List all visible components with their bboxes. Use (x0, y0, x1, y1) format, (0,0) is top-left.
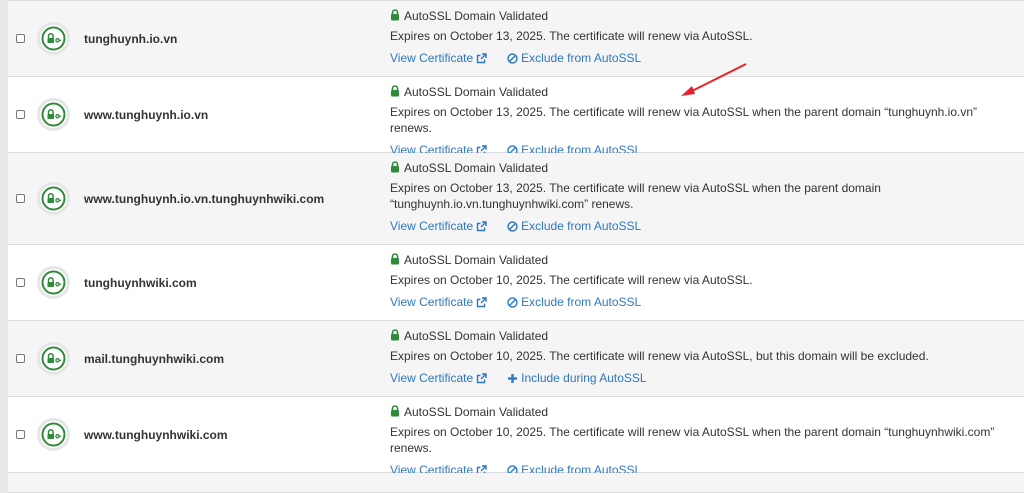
status-text: AutoSSL Domain Validated (404, 405, 549, 419)
view-certificate-label: View Certificate (390, 371, 474, 385)
expiry-text: Expires on October 13, 2025. The certifi… (390, 104, 1010, 136)
row-checkbox[interactable] (16, 354, 25, 363)
certificate-info: AutoSSL Domain Validated Expires on Octob… (390, 158, 1010, 236)
domain-name: mail.tunghuynhwiki.com (84, 352, 225, 366)
row-checkbox[interactable] (16, 194, 25, 203)
lock-key-icon (41, 346, 66, 371)
row-actions: View Certificate Include during AutoSSL (390, 370, 1010, 388)
expiry-text: Expires on October 10, 2025. The certifi… (390, 348, 1010, 364)
expiry-text: Expires on October 13, 2025. The certifi… (390, 28, 1010, 44)
expiry-line: Expires on October 10, 2025. The certifi… (390, 273, 753, 287)
table-row: www.tunghuynhwiki.com AutoSSL Domain Vali… (8, 397, 1024, 477)
view-certificate-link[interactable]: View Certificate (390, 51, 487, 65)
certificate-info: AutoSSL Domain Validated Expires on Octob… (390, 326, 1010, 388)
domain-name: tunghuynh.io.vn (84, 32, 178, 46)
exclude-autossl-link[interactable]: Exclude from AutoSSL (507, 295, 641, 309)
ban-icon (507, 220, 518, 236)
expiry-line: Expires on October 10, 2025. The certifi… (390, 349, 929, 363)
autossl-action-label: Exclude from AutoSSL (521, 51, 642, 65)
lock-key-icon (41, 422, 66, 447)
include-autossl-link[interactable]: Include during AutoSSL (507, 371, 647, 388)
autossl-action-label: Include during AutoSSL (521, 371, 647, 385)
lock-key-icon (41, 102, 66, 127)
lock-icon (390, 251, 400, 271)
expiry-line: Expires on October 13, 2025. The certifi… (390, 105, 978, 135)
lock-key-icon (41, 270, 66, 295)
plus-icon (507, 372, 518, 388)
status-indicator (37, 418, 70, 451)
expiry-line: Expires on October 10, 2025. The certifi… (390, 425, 995, 455)
external-link-icon (476, 52, 487, 68)
table-row: mail.tunghuynhwiki.com AutoSSL Domain Val… (8, 321, 1024, 397)
ban-icon (507, 52, 518, 68)
row-checkbox[interactable] (16, 430, 25, 439)
table-row: www.tunghuynh.io.vn AutoSSL Domain Valida… (8, 77, 1024, 157)
external-link-icon (476, 220, 487, 236)
expiry-line: Expires on October 13, 2025. The certifi… (390, 29, 753, 43)
external-link-icon (476, 372, 487, 388)
row-actions: View Certificate Exclude from AutoSSL (390, 294, 1010, 312)
lock-icon (390, 83, 400, 103)
status-indicator (37, 182, 70, 215)
status-text: AutoSSL Domain Validated (404, 161, 549, 175)
ssl-status-table: tunghuynh.io.vn AutoSSL Domain Validated E… (8, 0, 1024, 493)
status-line: AutoSSL Domain Validated (390, 158, 1010, 178)
certificate-info: AutoSSL Domain Validated Expires on Octob… (390, 250, 1010, 312)
table-row: tunghuynh.io.vn AutoSSL Domain Validated E… (8, 1, 1024, 77)
exclude-autossl-link[interactable]: Exclude from AutoSSL (507, 51, 641, 65)
expiry-text: Expires on October 10, 2025. The certifi… (390, 272, 1010, 288)
view-certificate-label: View Certificate (390, 51, 474, 65)
status-text: AutoSSL Domain Validated (404, 253, 549, 267)
status-line: AutoSSL Domain Validated (390, 326, 1010, 346)
external-link-icon (476, 296, 487, 312)
lock-icon (390, 327, 400, 347)
status-line: AutoSSL Domain Validated (390, 6, 1010, 26)
status-indicator (37, 22, 70, 55)
certificate-info: AutoSSL Domain Validated Expires on Octob… (390, 402, 1010, 480)
lock-key-icon (41, 186, 66, 211)
annotation-arrow (681, 63, 747, 96)
domain-name: www.tunghuynh.io.vn.tunghuynhwiki.com (84, 192, 325, 206)
exclude-autossl-link[interactable]: Exclude from AutoSSL (507, 219, 641, 233)
status-line: AutoSSL Domain Validated (390, 402, 1010, 422)
status-line: AutoSSL Domain Validated (390, 250, 1010, 270)
row-actions: View Certificate Exclude from AutoSSL (390, 218, 1010, 236)
lock-key-icon (41, 26, 66, 51)
domain-name: tunghuynhwiki.com (84, 276, 197, 290)
view-certificate-label: View Certificate (390, 219, 474, 233)
status-indicator (37, 342, 70, 375)
status-text: AutoSSL Domain Validated (404, 85, 549, 99)
autossl-action-label: Exclude from AutoSSL (521, 219, 642, 233)
lock-icon (390, 403, 400, 423)
domain-name: www.tunghuynh.io.vn (84, 108, 209, 122)
expiry-text: Expires on October 13, 2025. The certifi… (390, 180, 1010, 212)
autossl-action-label: Exclude from AutoSSL (521, 295, 642, 309)
table-row-partial (8, 473, 1024, 493)
expiry-text: Expires on October 10, 2025. The certifi… (390, 424, 1010, 456)
row-checkbox[interactable] (16, 110, 25, 119)
view-certificate-link[interactable]: View Certificate (390, 295, 487, 309)
domain-name: www.tunghuynhwiki.com (84, 428, 228, 442)
ban-icon (507, 296, 518, 312)
view-certificate-link[interactable]: View Certificate (390, 219, 487, 233)
row-checkbox[interactable] (16, 34, 25, 43)
lock-icon (390, 7, 400, 27)
row-checkbox[interactable] (16, 278, 25, 287)
expiry-line: Expires on October 13, 2025. The certifi… (390, 181, 881, 195)
table-row: www.tunghuynh.io.vn.tunghuynhwiki.com Aut… (8, 153, 1024, 245)
view-certificate-link[interactable]: View Certificate (390, 371, 487, 385)
status-text: AutoSSL Domain Validated (404, 329, 549, 343)
status-indicator (37, 98, 70, 131)
status-text: AutoSSL Domain Validated (404, 9, 549, 23)
lock-icon (390, 159, 400, 179)
expiry-line: “tunghuynh.io.vn.tunghuynhwiki.com” rene… (390, 197, 634, 211)
table-row: tunghuynhwiki.com AutoSSL Domain Validate… (8, 245, 1024, 321)
status-indicator (37, 266, 70, 299)
view-certificate-label: View Certificate (390, 295, 474, 309)
